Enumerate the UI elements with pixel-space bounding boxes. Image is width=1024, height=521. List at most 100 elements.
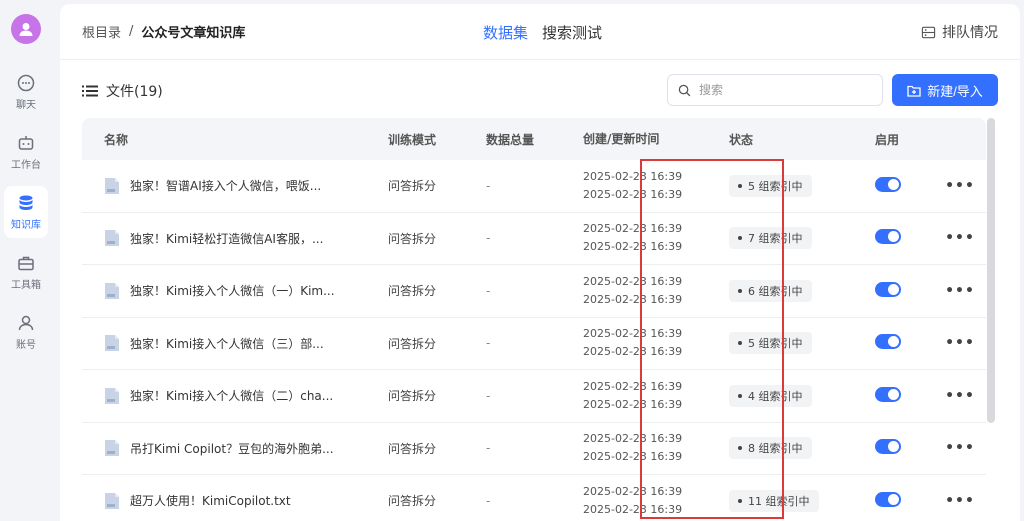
- sidebar-item-toolbox[interactable]: 工具箱: [4, 246, 48, 298]
- cell-mode: 问答拆分: [388, 389, 437, 404]
- sidebar-item-label: 聊天: [16, 100, 36, 111]
- table-row[interactable]: 吊打Kimi Copilot？豆包的海外胞弟... 问答拆分 - 2025-02-23…: [82, 423, 986, 475]
- status-badge: 5 组索引中: [729, 332, 812, 355]
- table-scrollbar[interactable]: [987, 118, 995, 423]
- cell-time: 2025-02-23 16:39 2025-02-23 16:39: [563, 273, 706, 309]
- file-name[interactable]: 独家！Kimi接入个人微信（一）Kim...: [130, 282, 335, 299]
- cell-name: 超万人使用！KimiCopilot.txt: [82, 492, 368, 510]
- header-time: 创建/更新时间: [583, 132, 660, 146]
- enable-toggle[interactable]: [875, 439, 901, 455]
- search-input[interactable]: [699, 83, 859, 97]
- status-text: 5 组索引中: [748, 337, 803, 351]
- table-row[interactable]: 独家！智谱AI接入个人微信，喂饭... 问答拆分 - 2025-02-23 16:39…: [82, 160, 986, 213]
- table-row[interactable]: 超万人使用！KimiCopilot.txt 问答拆分 - 2025-02-23 16:…: [82, 475, 986, 521]
- status-text: 4 组索引中: [748, 389, 803, 403]
- status-badge: 5 组索引中: [729, 174, 812, 197]
- cell-total: -: [486, 178, 491, 193]
- status-badge: 11 组索引中: [729, 489, 819, 512]
- user-avatar-icon: [19, 23, 33, 36]
- cell-actions: •••: [934, 335, 986, 351]
- cell-enable: [851, 334, 934, 352]
- cell-enable: [851, 229, 934, 247]
- enable-toggle[interactable]: [875, 229, 901, 245]
- database-icon: [19, 195, 33, 210]
- more-options-icon[interactable]: •••: [945, 178, 975, 194]
- cell-total: -: [486, 231, 491, 246]
- sidebar-item-knowledge[interactable]: 知识库: [4, 186, 48, 238]
- tab-search-test[interactable]: 搜索测试: [542, 22, 602, 43]
- queue-status-button[interactable]: 排队情况: [921, 4, 998, 60]
- enable-toggle[interactable]: [875, 334, 901, 350]
- file-name[interactable]: 超万人使用！KimiCopilot.txt: [130, 492, 291, 509]
- table-body: 独家！智谱AI接入个人微信，喂饭... 问答拆分 - 2025-02-23 16:39…: [82, 160, 986, 521]
- file-name[interactable]: 独家！Kimi接入个人微信（三）部...: [130, 335, 324, 352]
- file-table: 名称 训练模式 数据总量 创建/更新时间 状态 启用 独家！智谱AI接入个人微信…: [82, 118, 986, 521]
- status-dot-icon: [738, 236, 742, 241]
- avatar[interactable]: [11, 14, 41, 44]
- more-options-icon[interactable]: •••: [945, 493, 975, 509]
- cell-mode: 问答拆分: [388, 179, 437, 194]
- cell-time: 2025-02-23 16:39 2025-02-23 16:39: [563, 378, 706, 414]
- sidebar-item-chat[interactable]: 聊天: [4, 66, 48, 118]
- chat-icon: [17, 74, 35, 92]
- cell-time: 2025-02-23 16:39 2025-02-23 16:39: [563, 430, 706, 466]
- file-name[interactable]: 独家！Kimi接入个人微信（二）cha...: [130, 387, 333, 404]
- sidebar-item-workbench[interactable]: 工作台: [4, 126, 48, 178]
- cell-time: 2025-02-23 16:39 2025-02-23 16:39: [563, 325, 706, 361]
- cell-actions: •••: [934, 493, 986, 509]
- file-name[interactable]: 独家！Kimi轻松打造微信AI客服，...: [130, 230, 323, 247]
- sidebar-item-label: 工作台: [11, 160, 41, 171]
- queue-status-label: 排队情况: [942, 25, 998, 41]
- updated-time: 2025-02-23 16:39: [583, 397, 683, 411]
- table-row[interactable]: 独家！Kimi接入个人微信（二）cha... 问答拆分 - 2025-02-23 16…: [82, 370, 986, 423]
- enable-toggle[interactable]: [875, 176, 901, 192]
- cell-enable: [851, 176, 934, 195]
- more-options-icon[interactable]: •••: [945, 283, 975, 299]
- toggle-knob: [888, 441, 899, 453]
- breadcrumb-root[interactable]: 根目录: [82, 22, 121, 41]
- created-time: 2025-02-23 16:39: [583, 222, 683, 236]
- toggle-knob: [888, 336, 899, 348]
- status-dot-icon: [738, 393, 742, 398]
- new-import-button[interactable]: 新建/导入: [892, 74, 998, 106]
- more-options-icon[interactable]: •••: [945, 230, 975, 246]
- table-row[interactable]: 独家！Kimi接入个人微信（三）部... 问答拆分 - 2025-02-23 16:3…: [82, 318, 986, 370]
- header-enable: 启用: [875, 132, 900, 147]
- search-box: [667, 74, 883, 106]
- updated-time: 2025-02-23 16:39: [583, 187, 683, 201]
- cell-actions: •••: [934, 388, 986, 404]
- sidebar-item-account[interactable]: 账号: [4, 306, 48, 358]
- status-dot-icon: [738, 288, 742, 293]
- cell-mode: 问答拆分: [388, 441, 437, 456]
- header-name: 名称: [104, 132, 129, 147]
- toggle-knob: [888, 493, 899, 505]
- cell-name: 独家！Kimi轻松打造微信AI客服，...: [82, 229, 368, 247]
- user-icon: [18, 315, 34, 331]
- cell-time: 2025-02-23 16:39 2025-02-23 16:39: [563, 220, 706, 256]
- cell-actions: •••: [934, 283, 986, 299]
- status-badge: 6 组索引中: [729, 279, 812, 302]
- status-text: 5 组索引中: [748, 179, 803, 193]
- more-options-icon[interactable]: •••: [945, 440, 975, 456]
- sidebar-item-label: 知识库: [11, 220, 41, 231]
- enable-toggle[interactable]: [875, 386, 901, 402]
- cell-name: 独家！Kimi接入个人微信（三）部...: [82, 334, 368, 352]
- cell-status: 5 组索引中: [706, 174, 851, 197]
- sidebar-item-label: 账号: [16, 340, 36, 351]
- file-name[interactable]: 独家！智谱AI接入个人微信，喂饭...: [130, 177, 321, 194]
- header-status: 状态: [729, 132, 754, 147]
- txt-file-icon: [105, 492, 119, 509]
- created-time: 2025-02-23 16:39: [583, 274, 683, 288]
- cell-name: 独家！智谱AI接入个人微信，喂饭...: [82, 177, 368, 195]
- enable-toggle[interactable]: [875, 281, 901, 297]
- tab-dataset[interactable]: 数据集: [483, 22, 528, 43]
- status-text: 6 组索引中: [748, 284, 803, 298]
- table-row[interactable]: 独家！Kimi轻松打造微信AI客服，... 问答拆分 - 2025-02-23 16:…: [82, 213, 986, 265]
- file-name[interactable]: 吊打Kimi Copilot？豆包的海外胞弟...: [130, 440, 334, 457]
- txt-file-icon: [105, 387, 119, 404]
- table-row[interactable]: 独家！Kimi接入个人微信（一）Kim... 问答拆分 - 2025-02-23 16…: [82, 265, 986, 318]
- enable-toggle[interactable]: [875, 491, 901, 507]
- cell-actions: •••: [934, 440, 986, 456]
- more-options-icon[interactable]: •••: [945, 388, 975, 404]
- more-options-icon[interactable]: •••: [945, 335, 975, 351]
